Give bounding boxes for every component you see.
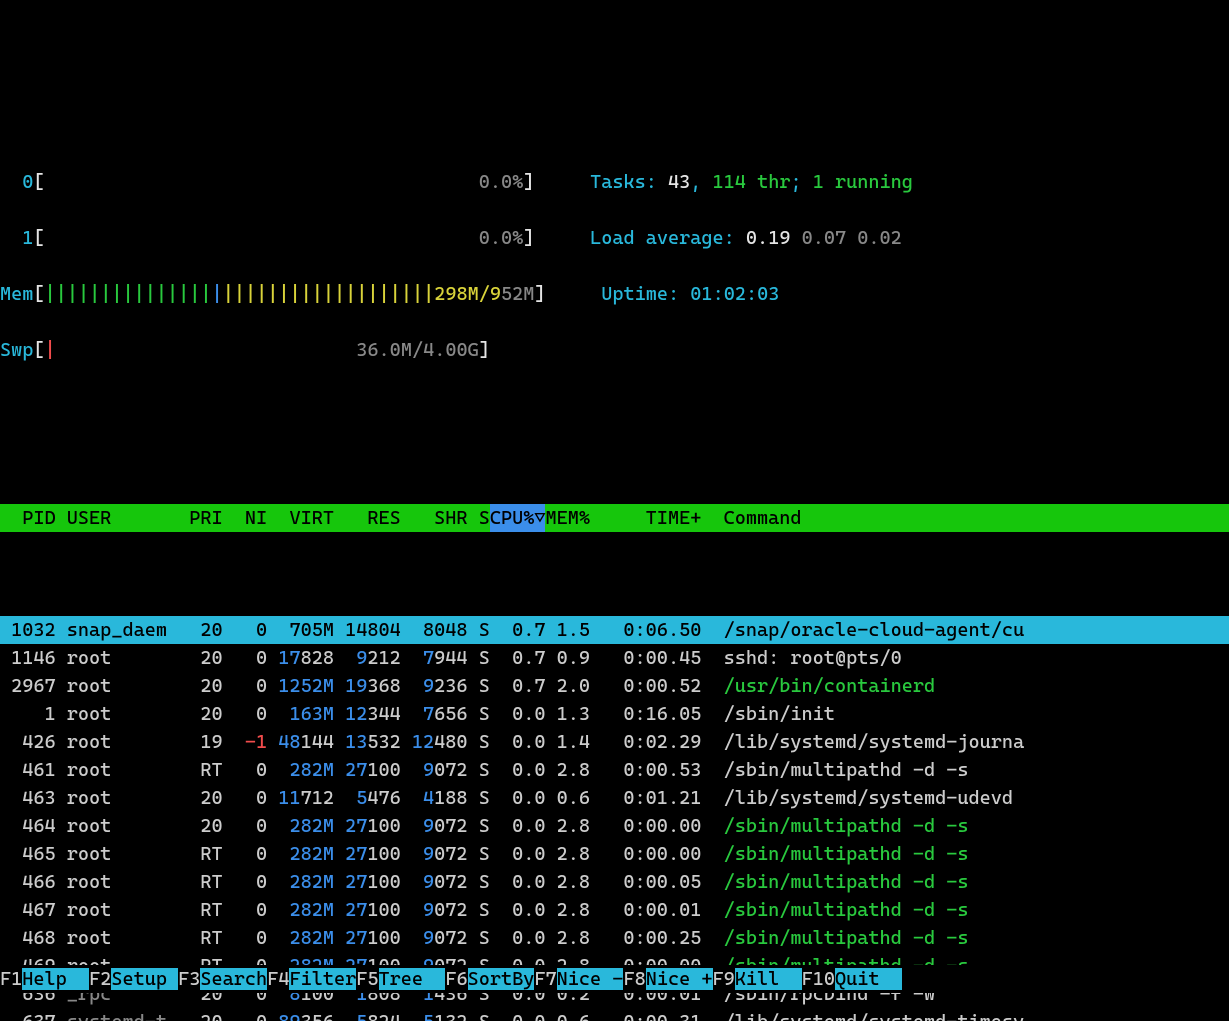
load-label: Load average: <box>590 227 746 249</box>
col-virt[interactable]: VIRT <box>267 504 334 532</box>
cpu0-meter: 0[ 0.0%] Tasks: 43, 114 thr; 1 running <box>0 168 1229 196</box>
tasks-label: Tasks: <box>590 171 668 193</box>
table-header[interactable]: PID USERPRINIVIRTRESSHRSCPU%▽MEM% TIME+Co… <box>0 504 1229 532</box>
process-row[interactable]: 465rootRT0282M271009072S0.02.8 0:00.00/s… <box>0 840 1229 868</box>
cpu1-meter: 1[ 0.0%] Load average: 0.19 0.07 0.02 <box>0 224 1229 252</box>
col-shr[interactable]: SHR <box>401 504 468 532</box>
fn-F9-label[interactable]: Kill <box>735 968 802 990</box>
col-mem[interactable]: MEM% <box>545 504 590 532</box>
mem-meter: Mem[|||||||||||||||||||||||||||||||||||2… <box>0 280 1229 308</box>
process-row[interactable]: 463root2001171254764188S0.00.6 0:01.21/l… <box>0 784 1229 812</box>
footer[interactable]: F1Help F2Setup F3SearchF4FilterF5Tree F6… <box>0 965 1229 993</box>
fn-F8-label[interactable]: Nice + <box>646 968 713 990</box>
col-pid[interactable]: PID <box>0 504 56 532</box>
process-row[interactable]: 1root200163M123447656S0.01.3 0:16.05/sbi… <box>0 700 1229 728</box>
sort-indicator-icon: ▽ <box>534 507 545 529</box>
fn-F2[interactable]: F2 <box>89 968 111 990</box>
col-res[interactable]: RES <box>334 504 401 532</box>
swp-meter: Swp[| 36.0M/4.00G] <box>0 336 1229 364</box>
spacer <box>0 392 1229 420</box>
col-state[interactable]: S <box>468 504 490 532</box>
fn-F8[interactable]: F8 <box>623 968 645 990</box>
fn-F3-label[interactable]: Search <box>200 968 267 990</box>
fn-F4[interactable]: F4 <box>267 968 289 990</box>
fn-F3[interactable]: F3 <box>178 968 200 990</box>
process-table[interactable]: 1032snap_daem200705M148048048S0.71.5 0:0… <box>0 616 1229 1021</box>
col-ni[interactable]: NI <box>223 504 268 532</box>
fn-F9[interactable]: F9 <box>713 968 735 990</box>
process-row[interactable]: 1146root2001782892127944S0.70.9 0:00.45s… <box>0 644 1229 672</box>
col-user[interactable]: USER <box>67 504 178 532</box>
process-row[interactable]: 637systemd-t2008935658245132S0.00.6 0:00… <box>0 1008 1229 1021</box>
fn-F6-label[interactable]: SortBy <box>468 968 535 990</box>
fn-F1[interactable]: F1 <box>0 968 22 990</box>
process-row[interactable]: 468rootRT0282M271009072S0.02.8 0:00.25/s… <box>0 924 1229 952</box>
process-row[interactable]: 2967root2001252M193689236S0.72.0 0:00.52… <box>0 672 1229 700</box>
col-command[interactable]: Command <box>701 504 801 532</box>
fn-F7-label[interactable]: Nice - <box>557 968 624 990</box>
process-row[interactable]: 461rootRT0282M271009072S0.02.8 0:00.53/s… <box>0 756 1229 784</box>
fn-F5-label[interactable]: Tree <box>379 968 446 990</box>
col-time[interactable]: TIME+ <box>612 504 701 532</box>
process-row[interactable]: 467rootRT0282M271009072S0.02.8 0:00.01/s… <box>0 896 1229 924</box>
fn-F5[interactable]: F5 <box>356 968 378 990</box>
fn-F10[interactable]: F10 <box>802 968 835 990</box>
uptime-label: Uptime: <box>601 283 690 305</box>
col-cpu-sorted[interactable]: CPU%▽ <box>490 504 546 532</box>
process-row[interactable]: 426root19-1481441353212480S0.01.4 0:02.2… <box>0 728 1229 756</box>
fn-F4-label[interactable]: Filter <box>289 968 356 990</box>
fn-F6[interactable]: F6 <box>445 968 467 990</box>
fn-F10-label[interactable]: Quit <box>835 968 902 990</box>
fn-F2-label[interactable]: Setup <box>111 968 178 990</box>
col-pri[interactable]: PRI <box>178 504 223 532</box>
process-row[interactable]: 464root200282M271009072S0.02.8 0:00.00/s… <box>0 812 1229 840</box>
process-row[interactable]: 466rootRT0282M271009072S0.02.8 0:00.05/s… <box>0 868 1229 896</box>
fn-F1-label[interactable]: Help <box>22 968 89 990</box>
fn-F7[interactable]: F7 <box>534 968 556 990</box>
process-row[interactable]: 1032snap_daem200705M148048048S0.71.5 0:0… <box>0 616 1229 644</box>
